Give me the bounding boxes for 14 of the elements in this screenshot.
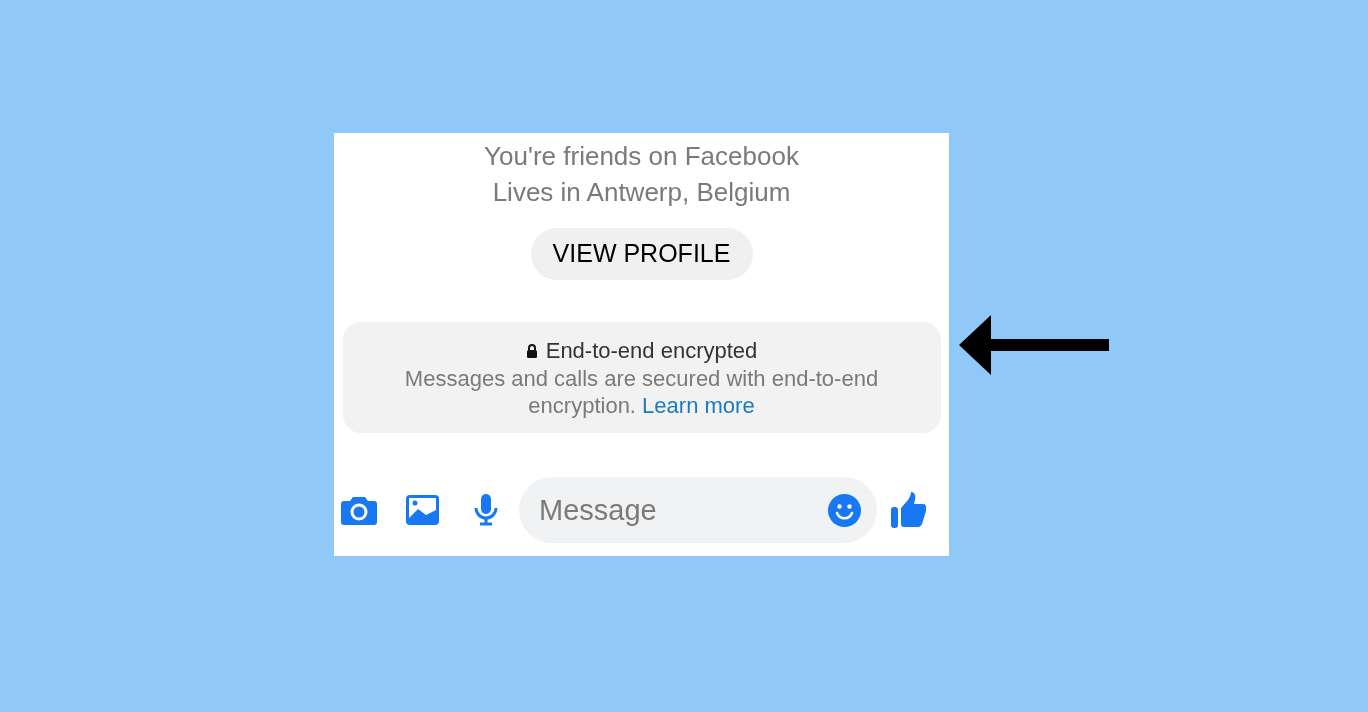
view-profile-button[interactable]: VIEW PROFILE <box>530 228 753 280</box>
image-icon[interactable] <box>406 495 439 525</box>
message-field[interactable]: Message <box>519 477 877 543</box>
notice-description: Messages and calls are secured with end-to-end encryption. Learn more <box>403 364 880 419</box>
notice-title: End-to-end encrypted <box>545 336 758 365</box>
lock-icon <box>525 343 538 358</box>
learn-more-link[interactable]: Learn more <box>642 392 755 418</box>
camera-icon[interactable] <box>341 495 377 525</box>
profile-info-text: You're friends on Facebook <box>484 140 799 173</box>
thumbs-up-icon[interactable] <box>891 492 927 528</box>
profile-info-text: Lives in Antwerp, Belgium <box>492 176 791 209</box>
arrow-icon <box>959 314 1109 375</box>
microphone-icon[interactable] <box>473 494 499 526</box>
emoji-icon[interactable] <box>828 494 861 527</box>
